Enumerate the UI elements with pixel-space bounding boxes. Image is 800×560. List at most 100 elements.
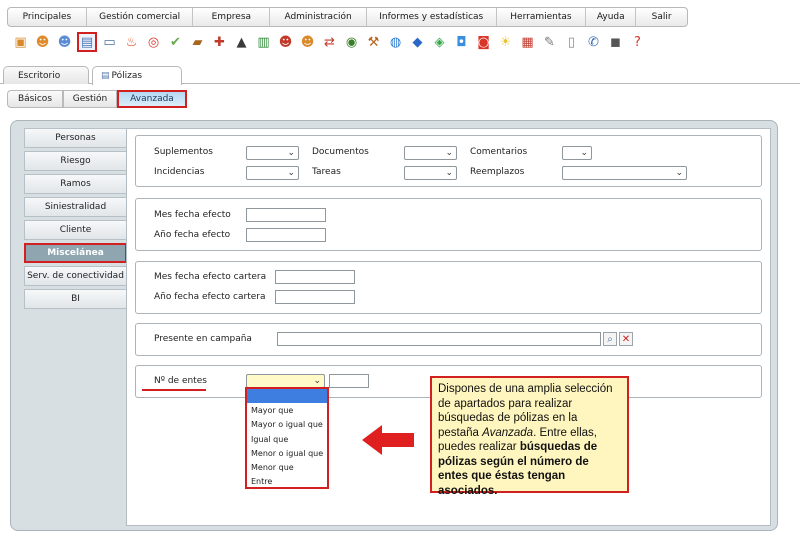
target-icon[interactable]: ◎: [144, 33, 163, 52]
tools-icon[interactable]: ⚒: [364, 33, 383, 52]
chart-icon[interactable]: ◉: [342, 33, 361, 52]
search-icon[interactable]: ⌕: [603, 332, 617, 346]
select-documentos[interactable]: ⌄: [404, 146, 457, 160]
user-green-icon[interactable]: ☻: [298, 33, 317, 52]
label-reemplazos: Reemplazos: [470, 167, 525, 177]
menu-principales[interactable]: Principales: [8, 8, 87, 26]
label-mes-fecha-efecto-cartera: Mes fecha efecto cartera: [154, 272, 267, 282]
dropdown-option-igual-que[interactable]: Igual que: [247, 432, 327, 446]
input-num-entes[interactable]: [329, 374, 369, 388]
menu-administracion[interactable]: Administración: [270, 8, 367, 26]
chevron-down-icon: ⌄: [580, 148, 588, 158]
menu-herramientas[interactable]: Herramientas: [497, 8, 587, 26]
tab-basicos[interactable]: Básicos: [7, 90, 63, 108]
sidebar-item-miscelanea[interactable]: Miscelánea: [24, 243, 127, 263]
user-red-icon[interactable]: ☻: [276, 33, 295, 52]
tab-polizas[interactable]: ▤ Pólizas: [92, 66, 182, 85]
label-tareas: Tareas: [312, 167, 341, 177]
label-mes-fecha-efecto: Mes fecha efecto: [154, 210, 231, 220]
briefcase-icon[interactable]: ▰: [188, 33, 207, 52]
chevron-down-icon: ⌄: [287, 168, 295, 178]
monitor-icon[interactable]: ▭: [100, 33, 119, 52]
person-blue-icon[interactable]: ☻: [55, 33, 74, 52]
select-tareas[interactable]: ⌄: [404, 166, 457, 180]
tutorial-callout: Dispones de una amplia selección de apar…: [430, 376, 629, 497]
tab-gestion[interactable]: Gestión: [63, 90, 117, 108]
label-documentos: Documentos: [312, 147, 369, 157]
input-mes-fecha-efecto[interactable]: [246, 208, 326, 222]
arrow-left-icon: [362, 425, 414, 455]
box-icon[interactable]: ▣: [11, 33, 30, 52]
select-suplementos[interactable]: ⌄: [246, 146, 299, 160]
dropdown-option-menor-que[interactable]: Menor que: [247, 460, 327, 474]
chevron-down-icon: ⌄: [675, 168, 683, 178]
chevron-down-icon: ⌄: [313, 376, 321, 386]
select-incidencias[interactable]: ⌄: [246, 166, 299, 180]
select-num-entes[interactable]: ⌄: [246, 374, 325, 388]
graduation-icon[interactable]: ▲: [232, 33, 251, 52]
transfer-icon[interactable]: ⇄: [320, 33, 339, 52]
calendar-icon[interactable]: ▦: [518, 33, 537, 52]
sidebar-item-riesgo[interactable]: Riesgo: [24, 151, 127, 171]
label-anio-fecha-efecto: Año fecha efecto: [154, 230, 231, 240]
dropdown-option-mayor-que[interactable]: Mayor que: [247, 403, 327, 417]
secondary-tabs: Básicos Gestión Avanzada: [7, 90, 187, 108]
check-icon[interactable]: ✔: [166, 33, 185, 52]
menu-salir[interactable]: Salir: [636, 8, 687, 26]
callout-text-italic: Avanzada: [482, 426, 534, 439]
policy-doc-icon: ▤: [101, 71, 110, 81]
group-fecha-efecto-cartera: [135, 261, 762, 314]
person-icon[interactable]: ☻: [33, 33, 52, 52]
label-comentarios: Comentarios: [470, 147, 528, 157]
sidebar-item-siniestralidad[interactable]: Siniestralidad: [24, 197, 127, 217]
tab-avanzada[interactable]: Avanzada: [117, 90, 187, 108]
tab-escritorio[interactable]: Escritorio: [3, 66, 89, 84]
toolbar: ▣ ☻ ☻ ▤ ▭ ♨ ◎ ✔ ▰ ✚ ▲ ▥ ☻ ☻ ⇄ ◉ ⚒ ◍ ◆ ◈ ◘ ◙ ☀ ▦ ✎ ▯ ✆ ◼?: [11, 31, 647, 53]
sidebar-item-bi[interactable]: BI: [24, 289, 127, 309]
select-comentarios[interactable]: ⌄: [562, 146, 592, 160]
label-presente-en-campania: Presente en campaña: [154, 334, 252, 344]
help-icon[interactable]: ?: [628, 33, 647, 52]
input-mes-fecha-efecto-cartera[interactable]: [275, 270, 355, 284]
first-aid-icon[interactable]: ✚: [210, 33, 229, 52]
diamond-icon[interactable]: ◆: [408, 33, 427, 52]
input-anio-fecha-efecto[interactable]: [246, 228, 326, 242]
arrows-icon[interactable]: ◈: [430, 33, 449, 52]
app-blue-icon[interactable]: ◘: [452, 33, 471, 52]
input-presente-en-campania[interactable]: [277, 332, 601, 346]
app-red-icon[interactable]: ◙: [474, 33, 493, 52]
globe-e-icon[interactable]: ◍: [386, 33, 405, 52]
bulb-icon[interactable]: ☀: [496, 33, 515, 52]
close-icon[interactable]: ✕: [619, 332, 633, 346]
file-icon[interactable]: ▯: [562, 33, 581, 52]
phone-icon[interactable]: ✆: [584, 33, 603, 52]
document-icon[interactable]: ▤: [77, 32, 97, 52]
dropdown-option-mayor-igual[interactable]: Mayor o igual que: [247, 418, 327, 432]
camera-icon[interactable]: ◼: [606, 33, 625, 52]
label-num-entes: Nº de entes: [154, 376, 207, 386]
book-icon[interactable]: ▥: [254, 33, 273, 52]
fire-icon[interactable]: ♨: [122, 33, 141, 52]
primary-tabs: Escritorio ▤ Pólizas: [0, 64, 800, 85]
menu-gestion-comercial[interactable]: Gestión comercial: [87, 8, 194, 26]
input-anio-fecha-efecto-cartera[interactable]: [275, 290, 355, 304]
label-suplementos: Suplementos: [154, 147, 213, 157]
note-icon[interactable]: ✎: [540, 33, 559, 52]
underline-highlight: [142, 389, 206, 391]
label-incidencias: Incidencias: [154, 167, 205, 177]
chevron-down-icon: ⌄: [445, 168, 453, 178]
menu-empresa[interactable]: Empresa: [193, 8, 271, 26]
dropdown-option-empty[interactable]: [247, 389, 327, 404]
dropdown-option-menor-igual[interactable]: Menor o igual que: [247, 446, 327, 460]
main-menu-bar: Principales Gestión comercial Empresa Ad…: [7, 7, 688, 27]
chevron-down-icon: ⌄: [445, 148, 453, 158]
menu-ayuda[interactable]: Ayuda: [586, 8, 637, 26]
sidebar-item-serv-conectividad[interactable]: Serv. de conectividad: [24, 266, 127, 286]
sidebar-item-cliente[interactable]: Cliente: [24, 220, 127, 240]
menu-informes-estadisticas[interactable]: Informes y estadísticas: [367, 8, 497, 26]
dropdown-option-entre[interactable]: Entre: [247, 475, 327, 489]
select-reemplazos[interactable]: ⌄: [562, 166, 687, 180]
sidebar-item-personas[interactable]: Personas: [24, 128, 127, 148]
tab-polizas-label: Pólizas: [111, 71, 143, 81]
sidebar-item-ramos[interactable]: Ramos: [24, 174, 127, 194]
